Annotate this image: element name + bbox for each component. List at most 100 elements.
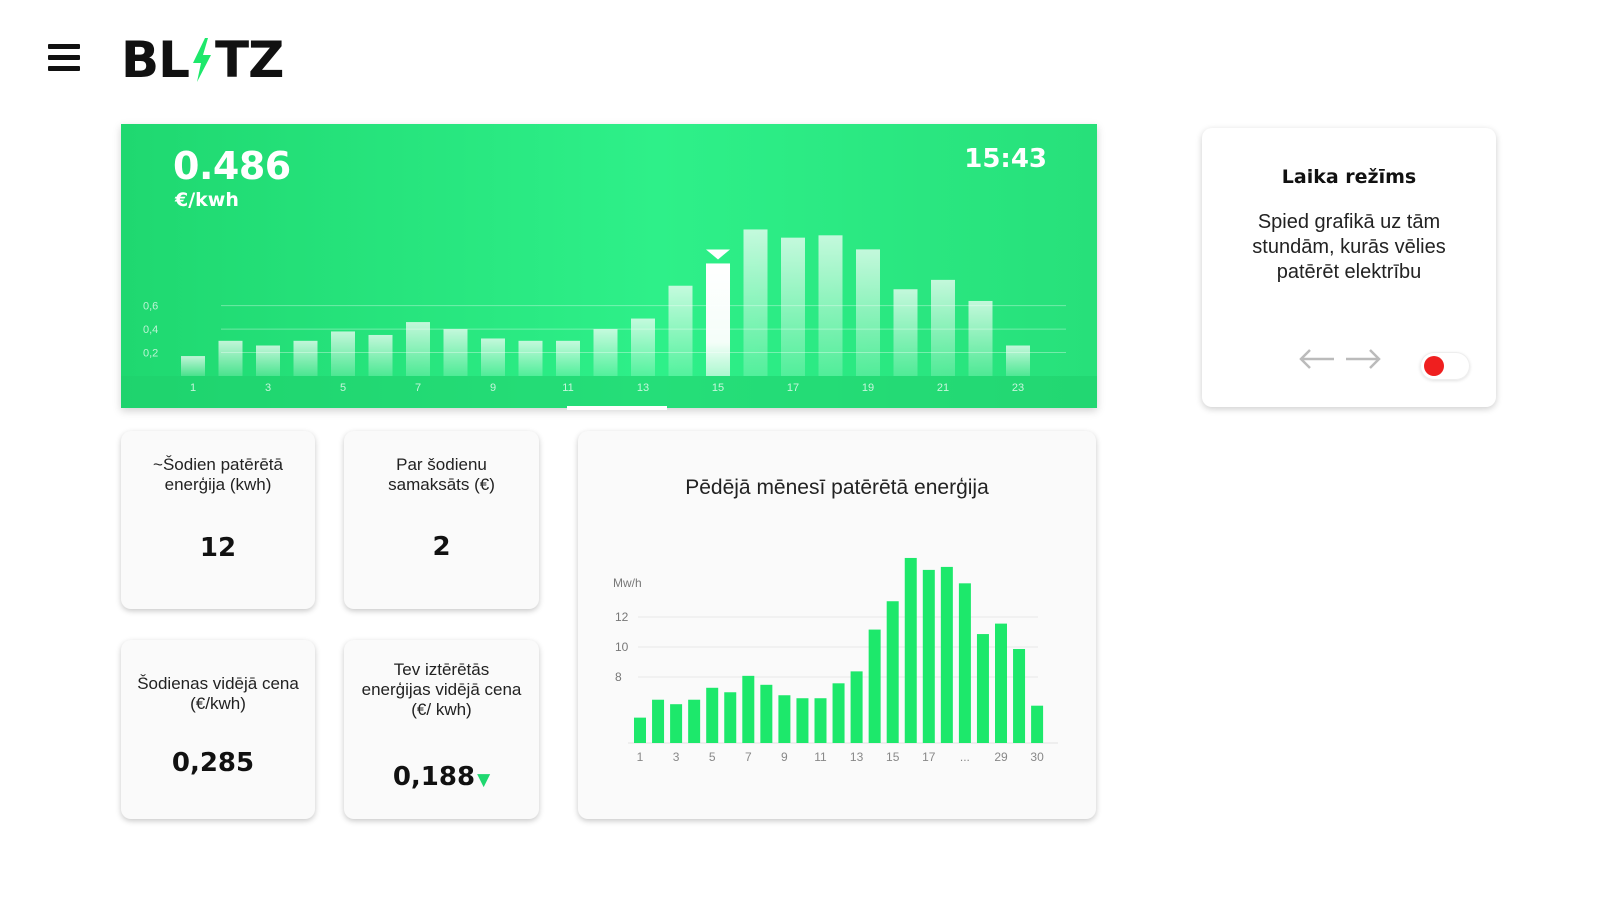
day-bar bbox=[868, 629, 881, 743]
hour-bar[interactable] bbox=[968, 300, 993, 376]
current-time: 15:43 bbox=[964, 144, 1047, 174]
x-tick-label: 1 bbox=[190, 382, 196, 394]
hour-bar[interactable] bbox=[818, 235, 843, 376]
price-unit: €/kwh bbox=[175, 189, 239, 211]
day-bar bbox=[922, 569, 935, 743]
x-tick-label: 11 bbox=[562, 382, 573, 394]
toggle-knob bbox=[1424, 356, 1444, 376]
y-tick-label: 8 bbox=[615, 670, 622, 684]
stat-value-row: 0,188 ▼ bbox=[344, 762, 539, 792]
arrow-right-icon[interactable] bbox=[1344, 347, 1382, 371]
hour-bar[interactable] bbox=[218, 340, 243, 376]
time-mode-toggle[interactable] bbox=[1420, 352, 1470, 380]
stat-value: 0,285 bbox=[171, 748, 255, 778]
monthly-energy-card: Pēdējā mēnesī patērētā enerģija Mw/h 12 10… bbox=[578, 431, 1096, 819]
current-price: 0.486 bbox=[173, 144, 291, 188]
day-bar bbox=[760, 684, 773, 743]
hour-bar[interactable] bbox=[293, 340, 318, 376]
y-tick-label: 10 bbox=[615, 640, 629, 654]
day-bar bbox=[778, 695, 791, 743]
hour-bar[interactable] bbox=[631, 318, 655, 376]
stat-card-paid-today: Par šodienu samaksāts (€) 2 bbox=[344, 431, 539, 609]
time-mode-description: Spied grafikā uz tām stundām, kurās vēli… bbox=[1252, 211, 1446, 283]
down-triangle-icon: ▼ bbox=[477, 770, 491, 790]
panel-tab-indicator bbox=[567, 406, 667, 410]
x-tick-label: 9 bbox=[490, 382, 496, 394]
x-tick-label: 13 bbox=[637, 382, 649, 394]
stat-card-your-avg-price: Tev iztērētās enerģijas vidējā cena (€/ … bbox=[344, 640, 539, 819]
selected-hour-bar[interactable] bbox=[706, 263, 730, 376]
hour-bar[interactable] bbox=[406, 322, 430, 376]
x-tick-label: 9 bbox=[781, 750, 788, 764]
stat-card-avg-price-today: Šodienas vidējā cena (€/kwh) 0,285 bbox=[121, 640, 315, 819]
x-tick-label: 15 bbox=[886, 750, 900, 764]
day-bar bbox=[796, 698, 809, 743]
hour-bar[interactable] bbox=[1006, 345, 1030, 376]
hour-bar[interactable] bbox=[781, 237, 805, 376]
day-bar bbox=[742, 675, 755, 743]
y-tick-label: 12 bbox=[615, 610, 629, 624]
hour-bar[interactable] bbox=[181, 356, 205, 376]
hour-bar[interactable] bbox=[556, 340, 580, 376]
x-tick-label: 17 bbox=[787, 382, 799, 394]
hour-bar[interactable] bbox=[331, 331, 355, 376]
x-tick-label: 5 bbox=[340, 382, 346, 394]
hour-bar[interactable] bbox=[856, 249, 880, 376]
day-bar bbox=[832, 683, 845, 743]
logo-text-left: BL bbox=[121, 31, 190, 89]
stat-label: Šodienas vidējā cena (€/kwh) bbox=[137, 674, 299, 713]
stat-label: Tev iztērētās enerģijas vidējā cena (€/ … bbox=[361, 660, 522, 719]
hour-bar[interactable] bbox=[518, 340, 543, 376]
hour-bar[interactable] bbox=[668, 285, 693, 376]
selected-hour-marker-icon bbox=[706, 249, 730, 260]
day-bar bbox=[670, 704, 683, 743]
day-bar bbox=[814, 698, 827, 743]
logo-text-right: TZ bbox=[214, 31, 284, 89]
y-tick-label: 0,4 bbox=[143, 324, 158, 336]
x-tick-label: 7 bbox=[415, 382, 421, 394]
x-tick-label: 11 bbox=[814, 750, 827, 764]
hour-bar[interactable] bbox=[593, 329, 618, 376]
x-tick-label: 15 bbox=[712, 382, 724, 394]
day-bar bbox=[1013, 648, 1026, 743]
arrow-left-icon[interactable] bbox=[1298, 347, 1336, 371]
hour-bar[interactable] bbox=[931, 279, 955, 376]
y-tick-label: 0,6 bbox=[143, 301, 158, 313]
stat-card-energy-today: ~Šodien patērētā enerģija (kwh) 12 bbox=[121, 431, 315, 609]
logo: BL TZ bbox=[121, 31, 284, 89]
day-bar bbox=[904, 557, 917, 743]
time-mode-title: Laika režīms bbox=[1281, 166, 1417, 188]
hour-bar[interactable] bbox=[481, 338, 505, 376]
x-tick-label: 1 bbox=[637, 750, 644, 764]
x-tick-label: ... bbox=[960, 750, 970, 764]
stat-label: Par šodienu samaksāts (€) bbox=[388, 455, 495, 494]
x-tick-label: 3 bbox=[673, 750, 680, 764]
day-bar bbox=[958, 583, 971, 743]
stat-label: ~Šodien patērētā enerģija (kwh) bbox=[153, 455, 283, 494]
x-tick-label: 3 bbox=[265, 382, 271, 394]
x-tick-label: 7 bbox=[745, 750, 752, 764]
x-tick-label: 23 bbox=[1012, 382, 1024, 394]
day-bar bbox=[886, 601, 899, 743]
hamburger-icon[interactable] bbox=[48, 44, 80, 76]
monthly-energy-chart: Mw/h121081 3 5 7 9 11 13 15 17... 29 30 bbox=[613, 557, 1058, 764]
x-tick-label: 21 bbox=[937, 382, 949, 394]
day-bar bbox=[688, 699, 701, 743]
hour-bar[interactable] bbox=[368, 334, 393, 376]
day-bar bbox=[976, 634, 989, 743]
lightning-bolt-icon bbox=[192, 38, 211, 82]
hour-bar[interactable] bbox=[256, 345, 280, 376]
hourly-price-chart[interactable]: 0,6 0,4 0,2 1 3 5 7 9 11 13 15 17 19 21 23 0.486 €/kwh… bbox=[121, 124, 1097, 408]
day-bar bbox=[634, 717, 646, 743]
y-tick-label: 0,2 bbox=[143, 348, 158, 360]
hour-bar[interactable] bbox=[443, 329, 468, 376]
stat-value: 0,188 bbox=[392, 762, 476, 792]
day-bar bbox=[940, 566, 953, 743]
hour-bar[interactable] bbox=[893, 289, 918, 376]
time-mode-card: Laika režīms Spied grafikā uz tām stundā… bbox=[1202, 128, 1496, 407]
day-bar bbox=[995, 623, 1007, 743]
day-bar bbox=[850, 671, 863, 743]
x-tick-label: 29 bbox=[994, 750, 1008, 764]
day-bar bbox=[724, 692, 737, 743]
hour-bar[interactable] bbox=[743, 229, 768, 376]
